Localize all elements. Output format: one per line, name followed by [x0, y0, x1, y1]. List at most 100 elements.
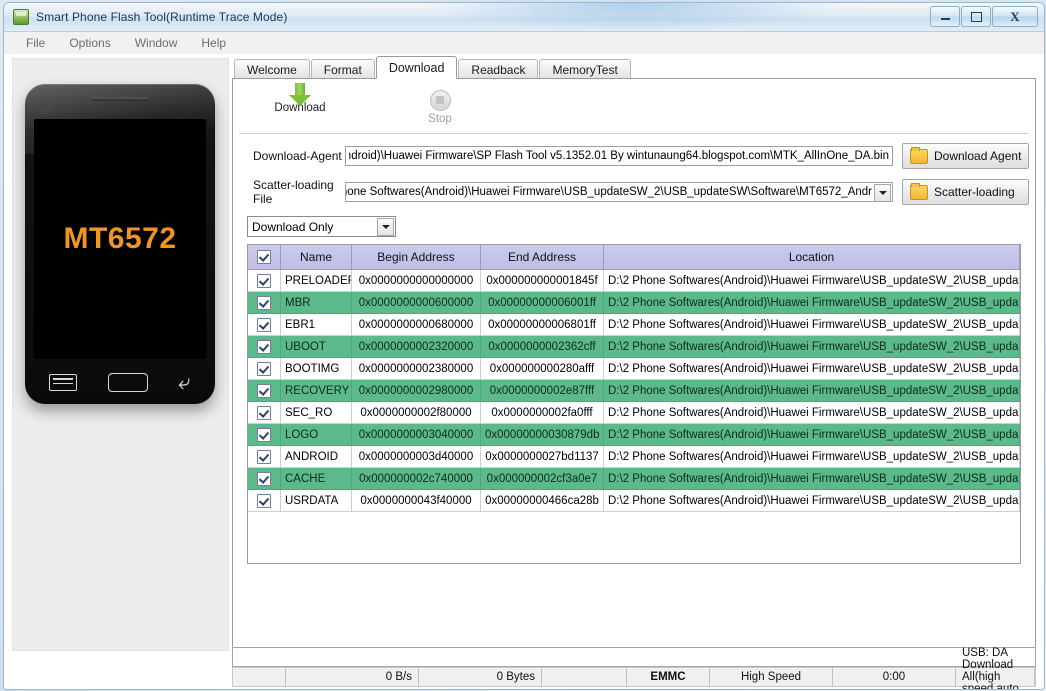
row-checkbox-cell[interactable] — [248, 357, 281, 380]
menu-item-options[interactable]: Options — [57, 34, 122, 52]
row-checkbox-cell[interactable] — [248, 423, 281, 446]
partition-end-address: 0x0000000002fa0fff — [480, 401, 604, 424]
back-icon: ⤷ — [178, 369, 191, 394]
row-checkbox[interactable] — [257, 405, 271, 420]
stop-button-label: Stop — [428, 112, 452, 125]
scatter-loading-combo[interactable]: D:\2 Phone Softwares(Android)\Huawei Fir… — [345, 182, 893, 202]
row-checkbox-cell[interactable] — [248, 379, 281, 402]
row-checkbox-cell[interactable] — [248, 335, 281, 358]
partition-begin-address: 0x0000000000000000 — [351, 269, 481, 292]
stop-button[interactable]: Stop — [401, 89, 479, 125]
tab-welcome[interactable]: Welcome — [234, 59, 310, 79]
partition-location: D:\2 Phone Softwares(Android)\Huawei Fir… — [603, 335, 1020, 358]
minimize-button[interactable] — [930, 6, 960, 27]
partition-location: D:\2 Phone Softwares(Android)\Huawei Fir… — [603, 401, 1020, 424]
row-checkbox-cell[interactable] — [248, 291, 281, 314]
partition-begin-address: 0x0000000003040000 — [351, 423, 481, 446]
row-checkbox[interactable] — [257, 427, 271, 442]
status-spacer — [233, 668, 286, 686]
row-checkbox-cell[interactable] — [248, 269, 281, 292]
row-checkbox[interactable] — [257, 493, 271, 508]
download-agent-browse-button[interactable]: Download Agent — [902, 143, 1029, 169]
partition-end-address: 0x000000000280afff — [480, 357, 604, 380]
partition-name: RECOVERY — [280, 379, 352, 402]
log-output — [232, 647, 1036, 667]
select-all-header[interactable] — [248, 245, 281, 270]
tab-strip: Welcome Format Download Readback MemoryT… — [234, 56, 1036, 79]
status-storage-type: EMMC — [627, 668, 710, 686]
phone-nav-bar: ⤷ — [34, 369, 206, 395]
row-checkbox[interactable] — [257, 449, 271, 464]
partition-table-body: PRELOADER 0x0000000000000000 0x00000000000… — [248, 269, 1020, 512]
status-usb-speed: High Speed — [710, 668, 833, 686]
maximize-icon — [970, 11, 982, 22]
tab-memorytest[interactable]: MemoryTest — [539, 59, 631, 79]
partition-location: D:\2 Phone Softwares(Android)\Huawei Fir… — [603, 379, 1020, 402]
row-checkbox-cell[interactable] — [248, 467, 281, 490]
close-button[interactable]: X — [992, 6, 1038, 27]
partition-name: UBOOT — [280, 335, 352, 358]
status-speed: 0 B/s — [286, 668, 419, 686]
table-row[interactable]: UBOOT 0x0000000002320000 0x0000000002362cf… — [248, 335, 1020, 358]
tab-format[interactable]: Format — [310, 59, 375, 79]
column-header-end-address[interactable]: End Address — [480, 245, 604, 270]
phone-mockup: BM MT6572 ⤷ — [25, 84, 215, 404]
table-row[interactable]: LOGO 0x0000000003040000 0x00000000030879db… — [248, 423, 1020, 446]
application-window: Smart Phone Flash Tool(Runtime Trace Mod… — [3, 2, 1045, 690]
table-row[interactable]: PRELOADER 0x0000000000000000 0x00000000000… — [248, 269, 1020, 292]
partition-location: D:\2 Phone Softwares(Android)\Huawei Fir… — [603, 423, 1020, 446]
table-row[interactable]: BOOTIMG 0x0000000002380000 0x000000000280a… — [248, 357, 1020, 380]
partition-begin-address: 0x0000000002980000 — [351, 379, 481, 402]
maximize-button[interactable] — [961, 6, 991, 27]
download-mode-select[interactable]: Download Only — [247, 216, 396, 237]
partition-name: BOOTIMG — [280, 357, 352, 380]
column-header-begin-address[interactable]: Begin Address — [351, 245, 481, 270]
status-blank — [542, 668, 627, 686]
row-checkbox-cell[interactable] — [248, 489, 281, 512]
partition-end-address: 0x0000000002362cff — [480, 335, 604, 358]
row-checkbox[interactable] — [257, 317, 271, 332]
table-row[interactable]: USRDATA 0x0000000043f40000 0x00000000466ca… — [248, 489, 1020, 512]
row-checkbox[interactable] — [257, 471, 271, 486]
menu-item-file[interactable]: File — [14, 34, 57, 52]
tab-download[interactable]: Download — [375, 56, 458, 79]
table-row[interactable]: EBR1 0x0000000000680000 0x00000000006801ff… — [248, 313, 1020, 336]
menu-item-window[interactable]: Window — [123, 34, 190, 52]
row-checkbox-cell[interactable] — [248, 401, 281, 424]
download-agent-input[interactable]: res(Android)\Huawei Firmware\SP Flash To… — [345, 146, 893, 166]
select-all-checkbox[interactable] — [257, 250, 271, 265]
download-button[interactable]: Download — [261, 83, 339, 114]
column-header-name[interactable]: Name — [280, 245, 352, 270]
partition-end-address: 0x00000000466ca28b — [480, 489, 604, 512]
partition-name: PRELOADER — [280, 269, 352, 292]
row-checkbox[interactable] — [257, 361, 271, 376]
partition-end-address: 0x0000000027bd1137 — [480, 445, 604, 468]
row-checkbox[interactable] — [257, 339, 271, 354]
partition-name: SEC_RO — [280, 401, 352, 424]
row-checkbox-cell[interactable] — [248, 313, 281, 336]
table-row[interactable]: MBR 0x0000000000600000 0x00000000006001ff D… — [248, 291, 1020, 314]
column-header-location[interactable]: Location — [603, 245, 1020, 270]
scatter-loading-browse-button[interactable]: Scatter-loading — [902, 179, 1029, 205]
partition-location: D:\2 Phone Softwares(Android)\Huawei Fir… — [603, 357, 1020, 380]
row-checkbox[interactable] — [257, 295, 271, 310]
table-row[interactable]: SEC_RO 0x0000000002f80000 0x0000000002fa0f… — [248, 401, 1020, 424]
minimize-icon — [940, 18, 950, 20]
table-row[interactable]: CACHE 0x000000002c740000 0x000000002cf3a0e… — [248, 467, 1020, 490]
scatter-loading-value: D:\2 Phone Softwares(Android)\Huawei Fir… — [346, 186, 872, 198]
partition-begin-address: 0x0000000000600000 — [351, 291, 481, 314]
chevron-down-icon[interactable] — [874, 184, 891, 201]
partition-location: D:\2 Phone Softwares(Android)\Huawei Fir… — [603, 291, 1020, 314]
partition-begin-address: 0x0000000043f40000 — [351, 489, 481, 512]
table-row[interactable]: RECOVERY 0x0000000002980000 0x0000000002e8… — [248, 379, 1020, 402]
chevron-down-icon[interactable] — [377, 218, 394, 236]
device-preview-panel: BM MT6572 ⤷ — [12, 58, 229, 651]
row-checkbox[interactable] — [257, 383, 271, 398]
row-checkbox[interactable] — [257, 273, 271, 288]
menu-item-help[interactable]: Help — [189, 34, 238, 52]
row-checkbox-cell[interactable] — [248, 445, 281, 468]
tab-readback[interactable]: Readback — [458, 59, 539, 79]
partition-location: D:\2 Phone Softwares(Android)\Huawei Fir… — [603, 489, 1020, 512]
partition-name: USRDATA — [280, 489, 352, 512]
table-row[interactable]: ANDROID 0x0000000003d40000 0x0000000027bd1… — [248, 445, 1020, 468]
